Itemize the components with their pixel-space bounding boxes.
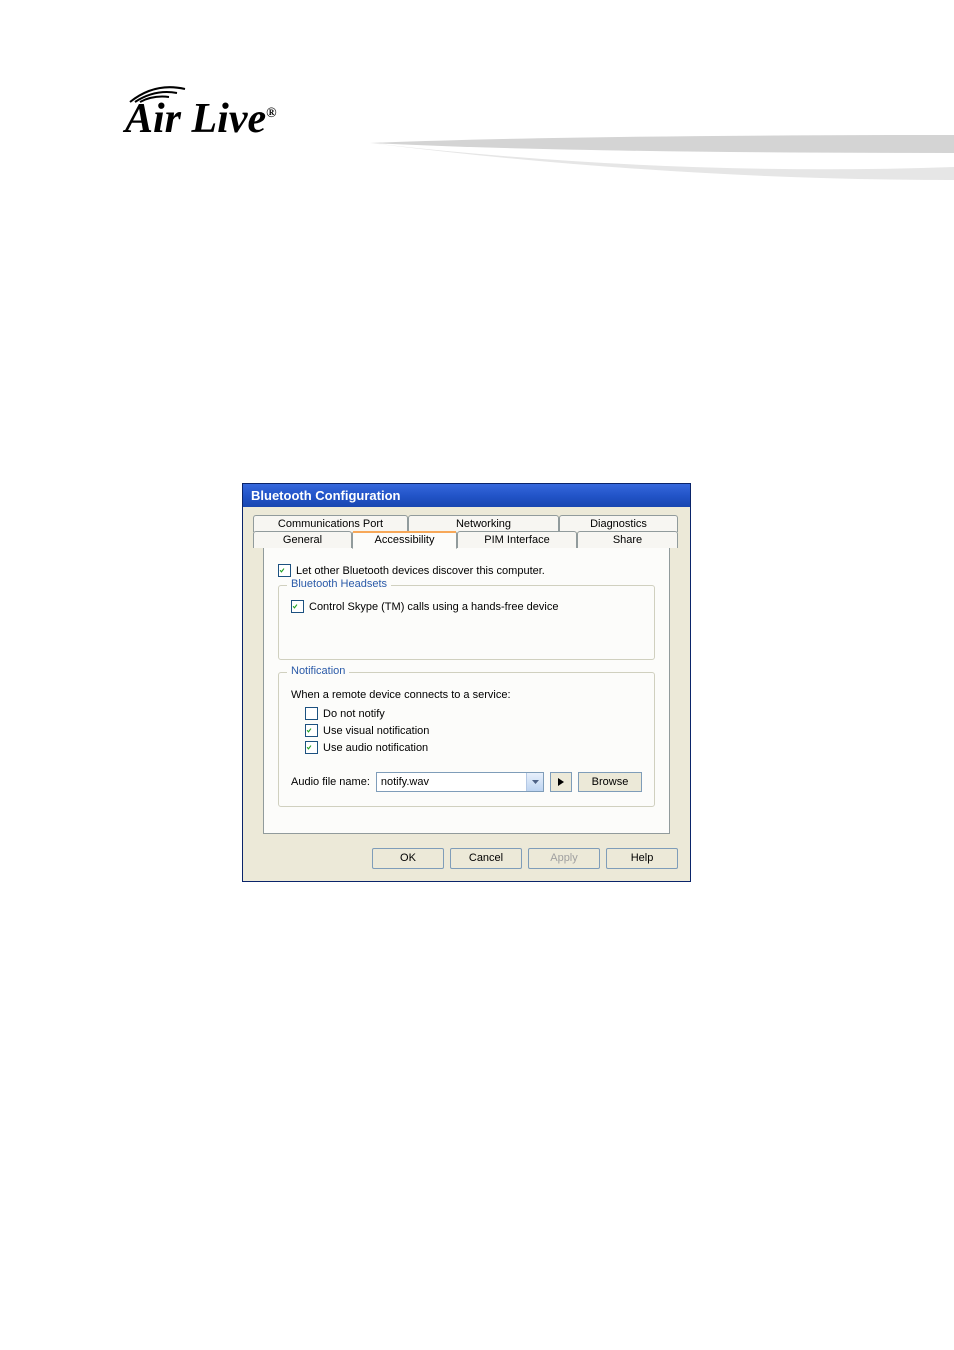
audio-notification-checkbox[interactable] [305,741,318,754]
header-decoration [370,135,954,180]
notification-group: Notification When a remote device connec… [278,672,655,807]
visual-notification-checkbox[interactable] [305,724,318,737]
apply-button: Apply [528,848,600,869]
do-not-notify-checkbox[interactable] [305,707,318,720]
audio-file-value: notify.wav [381,776,429,788]
tab-share[interactable]: Share [577,531,678,548]
bluetooth-config-dialog: Bluetooth Configuration Communications P… [242,483,691,882]
accessibility-panel: Let other Bluetooth devices discover thi… [263,548,670,834]
tab-communications-port[interactable]: Communications Port [253,515,408,532]
audio-file-combo[interactable]: notify.wav [376,772,544,792]
audio-notification-label: Use audio notification [323,742,428,754]
play-button[interactable] [550,772,572,792]
audio-file-label: Audio file name: [291,776,370,788]
bluetooth-headsets-group: Bluetooth Headsets Control Skype (TM) ca… [278,585,655,660]
logo-text: Air Live® [125,96,277,142]
visual-notification-label: Use visual notification [323,725,429,737]
logo: Air Live® [125,95,277,143]
dialog-button-row: OK Cancel Apply Help [243,844,690,881]
skype-checkbox[interactable] [291,600,304,613]
tab-networking[interactable]: Networking [408,515,559,532]
tab-container: Communications Port Networking Diagnosti… [243,507,690,834]
discover-label: Let other Bluetooth devices discover thi… [296,565,545,577]
dialog-title: Bluetooth Configuration [251,488,400,503]
tab-general[interactable]: General [253,531,352,548]
browse-button[interactable]: Browse [578,772,642,792]
skype-label: Control Skype (TM) calls using a hands-f… [309,601,558,613]
tab-pim-interface[interactable]: PIM Interface [457,531,577,548]
combo-dropdown-button[interactable] [526,773,543,791]
notification-intro: When a remote device connects to a servi… [291,689,642,701]
help-button[interactable]: Help [606,848,678,869]
ok-button[interactable]: OK [372,848,444,869]
notification-legend: Notification [287,665,349,677]
discover-checkbox[interactable] [278,564,291,577]
dialog-titlebar: Bluetooth Configuration [243,484,690,507]
headsets-legend: Bluetooth Headsets [287,578,391,590]
tab-accessibility[interactable]: Accessibility [352,531,457,549]
tab-diagnostics[interactable]: Diagnostics [559,515,678,532]
cancel-button[interactable]: Cancel [450,848,522,869]
do-not-notify-label: Do not notify [323,708,385,720]
